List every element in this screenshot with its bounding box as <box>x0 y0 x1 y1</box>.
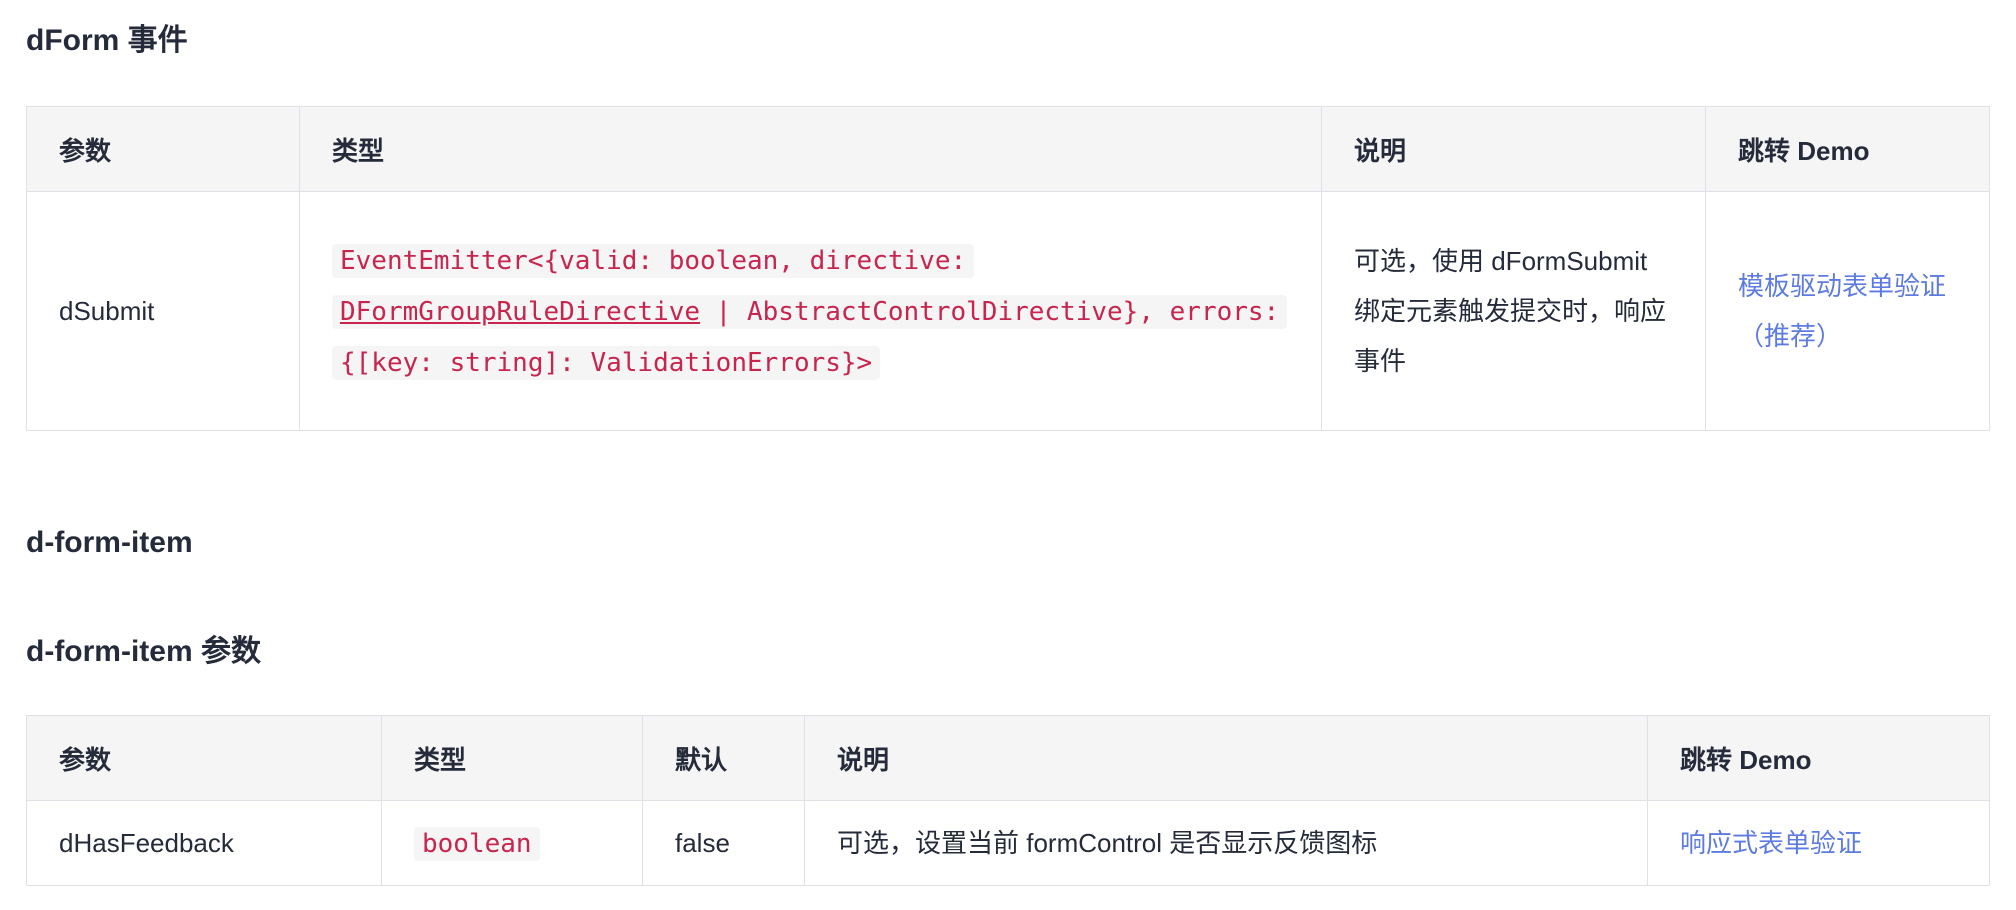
header-param: 参数 <box>26 106 300 192</box>
header-type: 类型 <box>299 106 1322 192</box>
description-cell: 可选，设置当前 formControl 是否显示反馈图标 <box>804 800 1648 886</box>
type-code: boolean <box>414 826 540 861</box>
table-header-row: 参数 类型 说明 跳转 Demo <box>26 106 1990 192</box>
events-table: 参数 类型 说明 跳转 Demo dSubmit EventEmitter<{v… <box>26 106 1990 431</box>
form-item-section-title: d-form-item <box>26 526 193 559</box>
description-cell: 可选，使用 dFormSubmit 绑定元素触发提交时，响应事件 <box>1321 191 1706 431</box>
header-description: 说明 <box>1321 106 1706 192</box>
header-description: 说明 <box>804 715 1648 801</box>
type-cell: EventEmitter<{valid: boolean, directive:… <box>299 191 1322 431</box>
api-doc-page: dForm 事件 参数 类型 说明 跳转 Demo dSubmit EventE… <box>0 0 2016 910</box>
demo-link-reactive[interactable]: 响应式表单验证 <box>1680 828 1862 858</box>
demo-cell: 模板驱动表单验证（推荐） <box>1705 191 1990 431</box>
directive-type-link[interactable]: DFormGroupRuleDirective <box>340 297 700 327</box>
table-row: dSubmit EventEmitter<{valid: boolean, di… <box>26 191 1990 431</box>
table-row: dHasFeedback boolean false 可选，设置当前 formC… <box>26 800 1990 886</box>
header-default: 默认 <box>642 715 805 801</box>
header-param: 参数 <box>26 715 382 801</box>
type-code-part1: EventEmitter<{valid: boolean, directive: <box>340 245 967 276</box>
type-cell: boolean <box>381 800 643 886</box>
events-section-title: dForm 事件 <box>26 24 188 57</box>
demo-cell: 响应式表单验证 <box>1647 800 1990 886</box>
param-cell: dHasFeedback <box>26 800 382 886</box>
header-demo: 跳转 Demo <box>1647 715 1990 801</box>
header-demo: 跳转 Demo <box>1705 106 1990 192</box>
type-code: EventEmitter<{valid: boolean, directive:… <box>332 243 1288 380</box>
form-item-params-table: 参数 类型 默认 说明 跳转 Demo dHasFeedback boolean… <box>26 715 1990 886</box>
demo-link-template-driven[interactable]: 模板驱动表单验证（推荐） <box>1738 271 1946 351</box>
table-header-row: 参数 类型 默认 说明 跳转 Demo <box>26 715 1990 801</box>
default-cell: false <box>642 800 805 886</box>
param-cell: dSubmit <box>26 191 300 431</box>
header-type: 类型 <box>381 715 643 801</box>
form-item-params-title: d-form-item 参数 <box>26 635 261 668</box>
